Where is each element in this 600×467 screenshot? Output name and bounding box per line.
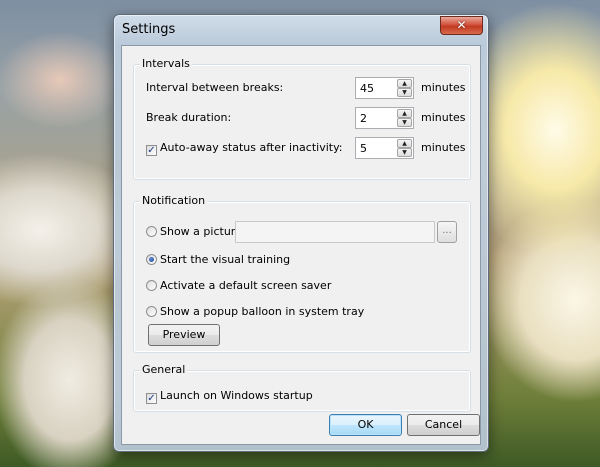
intervals-legend: Intervals (140, 57, 192, 70)
auto-away-checkbox[interactable]: ✓ (146, 145, 157, 156)
spin-up-icon[interactable]: ▲ (397, 139, 412, 148)
check-icon: ✓ (147, 393, 156, 404)
startup-checkbox-row[interactable]: ✓ Launch on Windows startup (146, 388, 313, 404)
close-icon: ✕ (456, 18, 467, 32)
notification-legend: Notification (140, 194, 208, 207)
auto-away-checkbox-row[interactable]: ✓ Auto-away status after inactivity: (146, 140, 343, 156)
radio-show-picture[interactable]: Show a picture: (146, 224, 246, 240)
interval-label: Interval between breaks: (146, 81, 284, 94)
spin-up-icon[interactable]: ▲ (397, 79, 412, 88)
radio-screen-saver-indicator[interactable] (146, 280, 157, 291)
visual-training-label: Start the visual training (160, 253, 291, 266)
ok-button[interactable]: OK (329, 414, 402, 436)
startup-checkbox[interactable]: ✓ (146, 393, 157, 404)
preview-button[interactable]: Preview (148, 324, 220, 346)
picture-path-field[interactable] (235, 221, 435, 243)
radio-popup-balloon-indicator[interactable] (146, 306, 157, 317)
title-bar[interactable]: Settings ✕ (114, 15, 488, 45)
window-title: Settings (122, 22, 176, 37)
intervals-group: Intervals Interval between breaks: ▲ ▼ m… (133, 57, 471, 180)
break-duration-spinner[interactable]: ▲ ▼ (355, 107, 414, 129)
break-duration-unit: minutes (421, 111, 466, 124)
browse-button[interactable]: ... (437, 221, 457, 243)
spin-up-icon[interactable]: ▲ (397, 109, 412, 118)
break-duration-label: Break duration: (146, 111, 232, 124)
general-group: General ✓ Launch on Windows startup (133, 363, 471, 412)
auto-away-label: Auto-away status after inactivity: (160, 141, 343, 154)
check-icon: ✓ (147, 145, 156, 156)
break-duration-input[interactable] (356, 108, 396, 128)
radio-show-picture-indicator[interactable] (146, 226, 157, 237)
radio-visual-training[interactable]: Start the visual training (146, 252, 290, 268)
radio-visual-training-indicator[interactable] (146, 254, 157, 265)
cancel-button[interactable]: Cancel (407, 414, 480, 436)
screen-saver-label: Activate a default screen saver (160, 279, 332, 292)
interval-spinner[interactable]: ▲ ▼ (355, 77, 414, 99)
auto-away-spinner[interactable]: ▲ ▼ (355, 137, 414, 159)
radio-screen-saver[interactable]: Activate a default screen saver (146, 278, 331, 294)
spin-down-icon[interactable]: ▼ (397, 118, 412, 127)
interval-unit: minutes (421, 81, 466, 94)
popup-balloon-label: Show a popup balloon in system tray (160, 305, 365, 318)
dialog-client-area: Intervals Interval between breaks: ▲ ▼ m… (121, 45, 481, 445)
interval-input[interactable] (356, 78, 396, 98)
settings-window: Settings ✕ Intervals Interval between br… (113, 14, 489, 452)
radio-popup-balloon[interactable]: Show a popup balloon in system tray (146, 304, 364, 320)
auto-away-input[interactable] (356, 138, 396, 158)
spin-down-icon[interactable]: ▼ (397, 88, 412, 97)
startup-label: Launch on Windows startup (160, 389, 313, 402)
notification-group: Notification Show a picture: ... Start t… (133, 194, 471, 353)
spin-down-icon[interactable]: ▼ (397, 148, 412, 157)
close-button[interactable]: ✕ (440, 16, 483, 35)
general-legend: General (140, 363, 188, 376)
auto-away-unit: minutes (421, 141, 466, 154)
show-picture-label: Show a picture: (160, 225, 246, 238)
